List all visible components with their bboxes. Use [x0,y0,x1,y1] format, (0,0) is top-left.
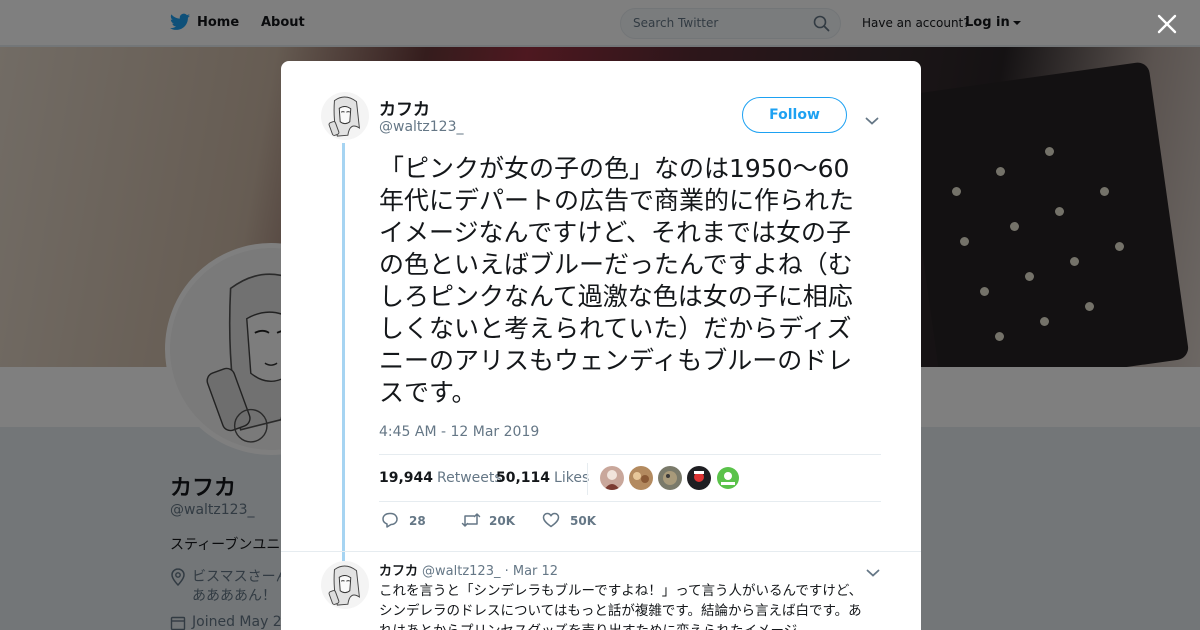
tweet-text: 「ピンクが女の子の色」なのは1950〜60年代にデパートの広告で商業的に作られた… [379,154,855,407]
author-handle[interactable]: @waltz123_ [379,119,463,135]
likes-stat[interactable]: 50,114 Likes [496,470,589,486]
stats-divider [587,463,588,495]
retweet-icon[interactable] [461,511,481,533]
reply-divider [281,551,921,552]
reply-text: これを言うと「シンデレラもブルーですよね！」って言う人がいるんですけど、シンデレ… [379,583,863,630]
chevron-down-icon[interactable] [866,563,880,582]
tweet-timestamp[interactable]: 4:45 AM - 12 Mar 2019 [379,424,539,440]
reply-header: カフカ @waltz123_ · Mar 12 [379,560,558,579]
author-avatar[interactable] [321,92,369,140]
liker-avatar[interactable] [716,466,740,490]
thread-line [342,143,345,563]
reply-date[interactable]: · Mar 12 [505,564,558,579]
liker-avatar[interactable] [600,466,624,490]
reply-author-name[interactable]: カフカ [379,564,418,579]
liker-avatar[interactable] [658,466,682,490]
author-name[interactable]: カフカ [379,95,430,120]
follow-button[interactable]: Follow [742,97,847,133]
tweet-actions: 28 20K 50K [379,511,881,535]
tweet-stats: 19,944 Retweets 50,114 Likes [379,454,881,502]
retweets-stat[interactable]: 19,944 Retweets [379,470,502,486]
retweets-label: Retweets [437,470,502,486]
close-icon[interactable] [1155,12,1179,36]
reply-count[interactable]: 28 [409,514,426,528]
liker-avatar[interactable] [687,466,711,490]
tweet-modal: カフカ @waltz123_ Follow 「ピンクが女の子の色」なのは1950… [281,61,921,630]
reply-icon[interactable] [381,511,399,533]
retweet-count[interactable]: 20K [489,514,515,528]
likes-count: 50,114 [496,470,551,486]
like-icon[interactable] [542,511,560,533]
chevron-down-icon[interactable] [865,111,879,130]
likes-label: Likes [554,470,590,486]
liker-avatar[interactable] [629,466,653,490]
like-count[interactable]: 50K [570,514,596,528]
reply-author-avatar[interactable] [321,561,369,609]
reply-author-handle[interactable]: @waltz123_ [422,564,500,579]
retweets-count: 19,944 [379,470,434,486]
